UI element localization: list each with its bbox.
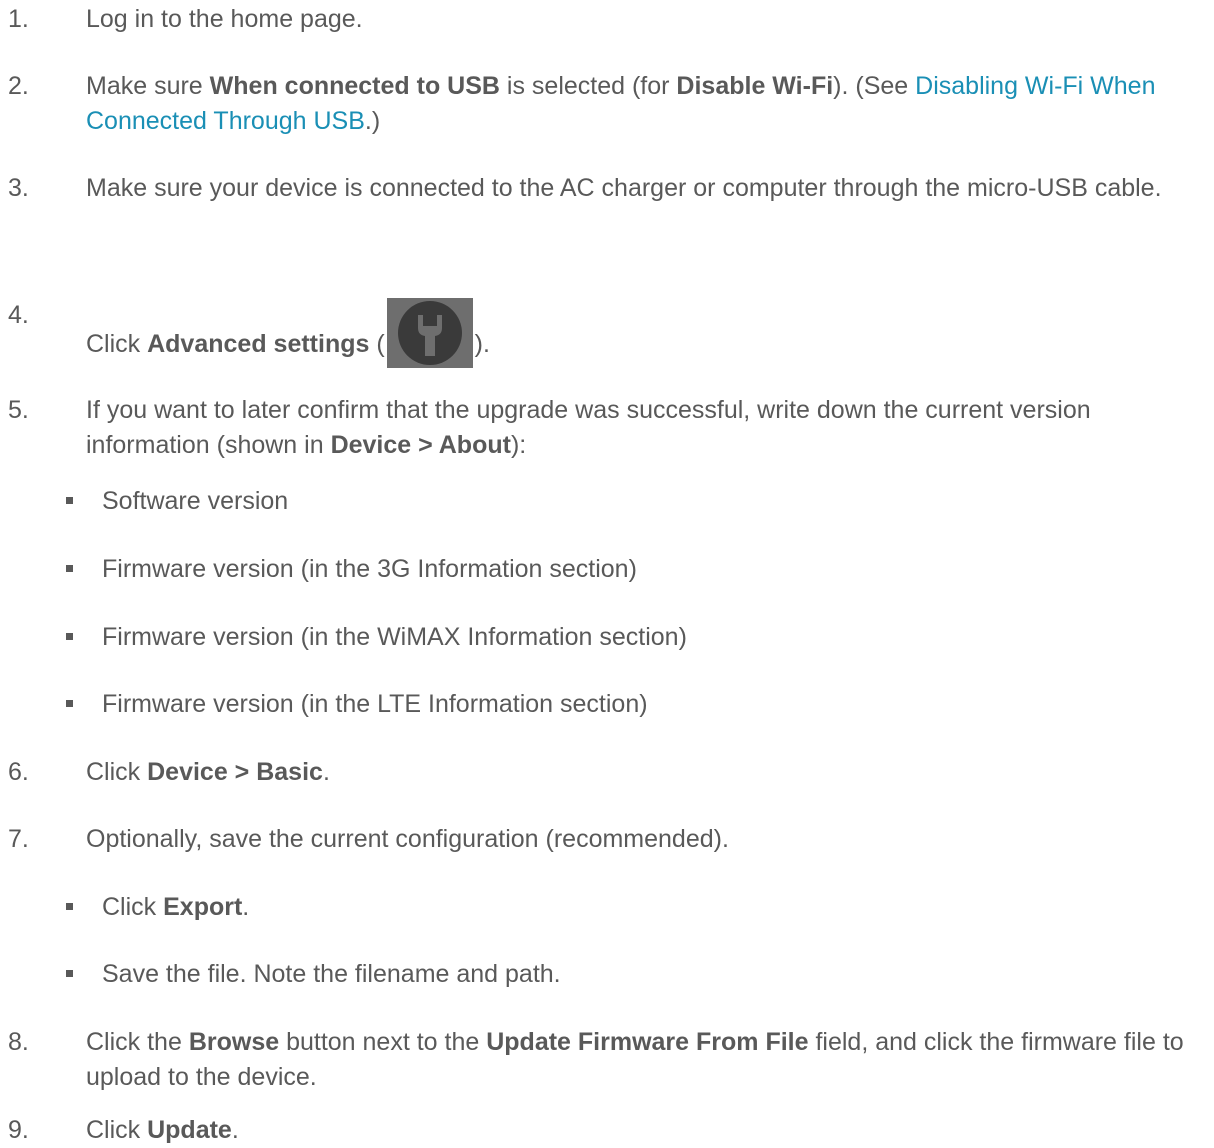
advanced-settings-label: Advanced settings — [147, 330, 370, 358]
step-text: Click Update. — [86, 1116, 239, 1144]
list-item: Firmware version (in the WiMAX Informati… — [66, 620, 1206, 655]
wrench-icon — [386, 298, 473, 368]
step-text: Click Advanced settings (). — [86, 298, 1206, 368]
step-9: 9. Click Update. — [8, 1113, 1206, 1148]
step-number: 3. — [8, 174, 29, 202]
step-1: 1. Log in to the home page. — [8, 2, 1206, 37]
step-text: Optionally, save the current configurati… — [86, 825, 729, 853]
step-number: 9. — [8, 1116, 29, 1144]
step-6: 6. Click Device > Basic. — [8, 755, 1206, 790]
list-item: Click Export. — [66, 890, 1206, 925]
step-text: Click Device > Basic. — [86, 758, 330, 786]
step-4: 4. Click Advanced settings (). — [8, 298, 1206, 368]
step-text: If you want to later confirm that the up… — [86, 396, 1091, 459]
step-3: 3. Make sure your device is connected to… — [8, 171, 1206, 206]
step-8: 8. Click the Browse button next to the U… — [8, 1025, 1206, 1095]
bullet-text: Software version — [102, 487, 289, 515]
step-text: Click the Browse button next to the Upda… — [86, 1028, 1184, 1091]
bullet-marker — [66, 497, 73, 504]
step-2: 2. Make sure When connected to USB is se… — [8, 69, 1206, 139]
bullet-marker — [66, 970, 73, 977]
step-number: 8. — [8, 1028, 29, 1056]
update-firmware-from-file-label: Update Firmware From File — [486, 1028, 809, 1056]
step-text: Make sure your device is connected to th… — [86, 174, 1162, 202]
bullet-marker — [66, 633, 73, 640]
device-basic-label: Device > Basic — [147, 758, 323, 786]
step-text: Log in to the home page. — [86, 5, 363, 33]
update-label: Update — [147, 1116, 232, 1144]
step-number: 4. — [8, 301, 29, 329]
bullet-text: Save the file. Note the filename and pat… — [102, 960, 561, 988]
browse-label: Browse — [188, 1028, 280, 1056]
step-text: Make sure When connected to USB is selec… — [86, 72, 1156, 135]
export-label: Export — [163, 893, 243, 921]
bullet-marker — [66, 565, 73, 572]
step-number: 2. — [8, 72, 29, 100]
list-item: Firmware version (in the 3G Information … — [66, 552, 1206, 587]
bullet-text: Firmware version (in the 3G Information … — [102, 555, 637, 583]
list-item: Firmware version (in the LTE Information… — [66, 687, 1206, 722]
option-when-connected-to-usb: When connected to USB — [209, 72, 500, 100]
bullet-marker — [66, 700, 73, 707]
option-disable-wifi: Disable Wi-Fi — [676, 72, 834, 100]
bullet-text: Firmware version (in the WiMAX Informati… — [102, 623, 687, 651]
bullet-marker — [66, 903, 73, 910]
bullet-text: Firmware version (in the LTE Information… — [102, 690, 648, 718]
list-item: Software version — [66, 484, 1206, 519]
step-number: 1. — [8, 5, 29, 33]
step-5: 5. If you want to later confirm that the… — [8, 393, 1206, 463]
list-item: Save the file. Note the filename and pat… — [66, 957, 1206, 992]
device-about-label: Device > About — [330, 431, 511, 459]
step-number: 7. — [8, 825, 29, 853]
step-number: 5. — [8, 396, 29, 424]
step-number: 6. — [8, 758, 29, 786]
step-7: 7. Optionally, save the current configur… — [8, 822, 1206, 857]
bullet-text: Click Export. — [102, 893, 250, 921]
